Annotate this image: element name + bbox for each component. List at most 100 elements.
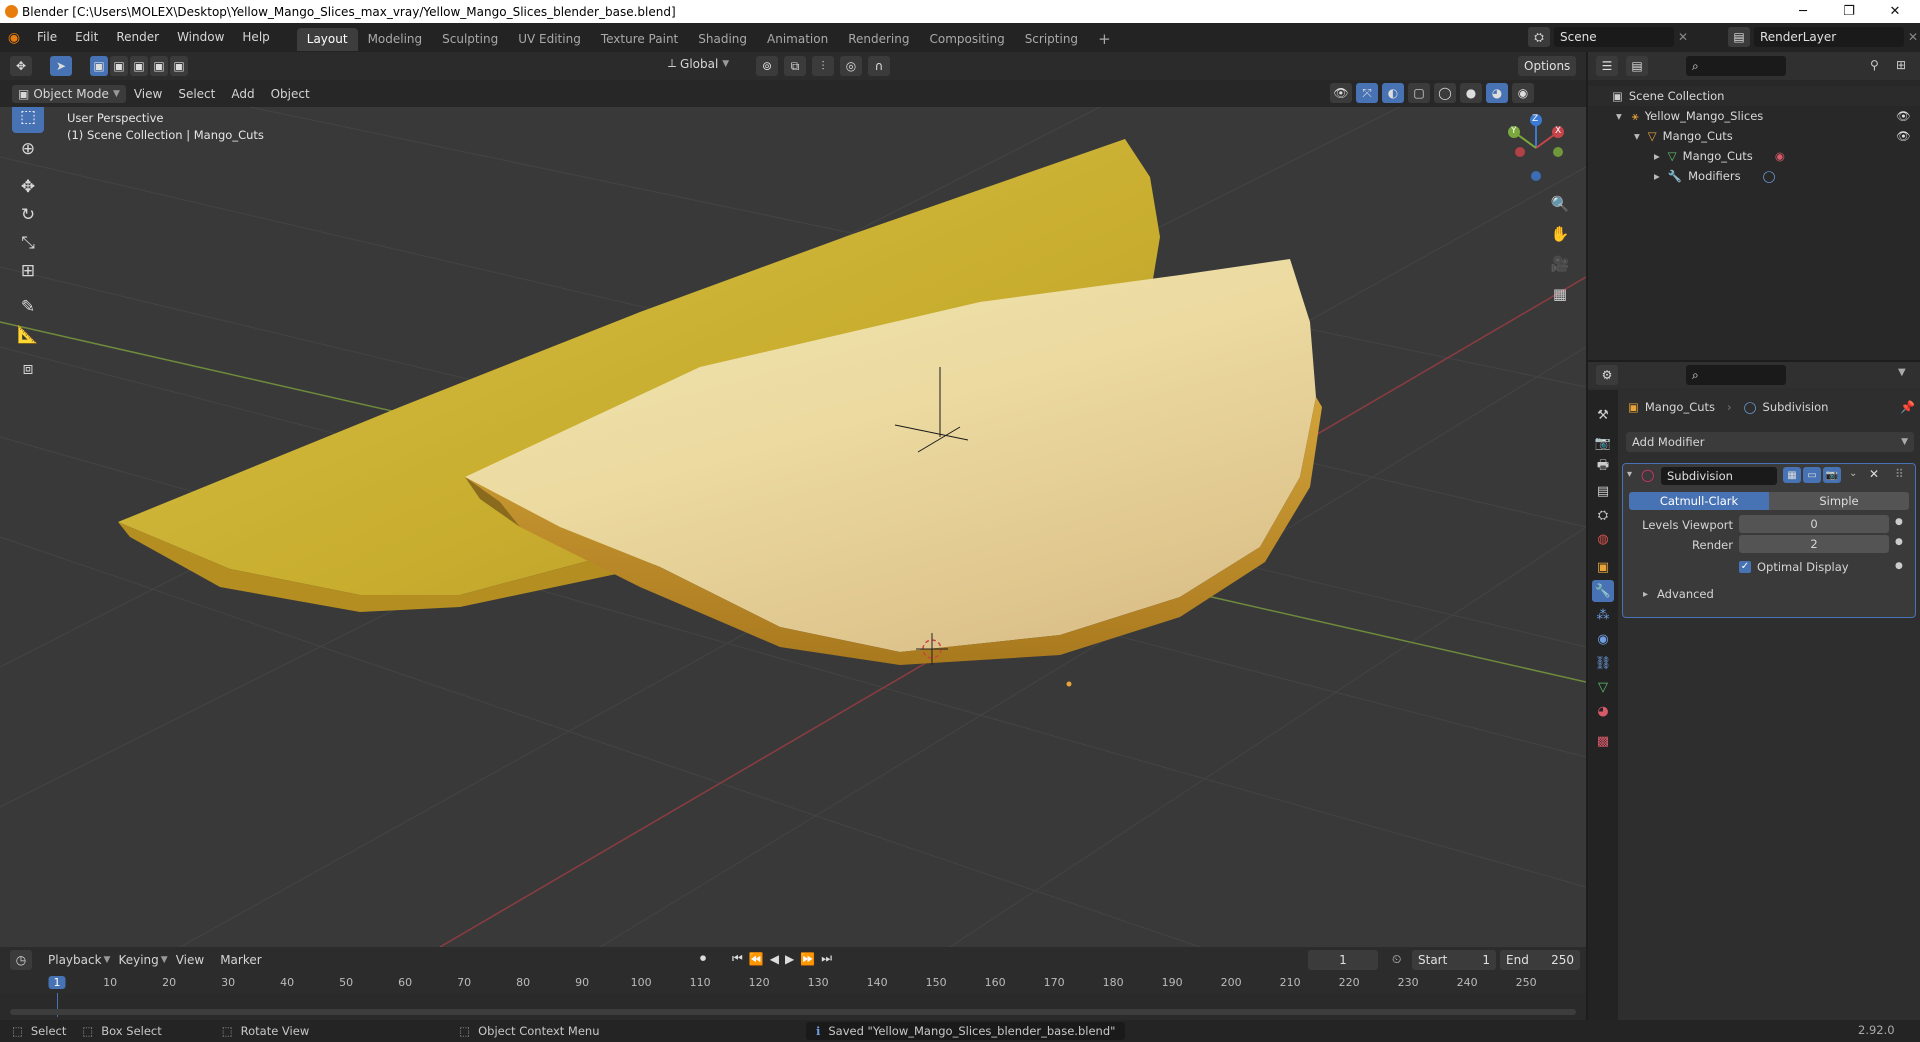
frame-ruler[interactable]: 1 10 20 30 40 50 60 70 80 90 100 110 120 130 140 150 160… — [0, 973, 1586, 993]
catmull-clark-option[interactable]: Catmull-Clark — [1629, 492, 1769, 510]
timeline-scrollbar[interactable] — [10, 1009, 1576, 1015]
clock-icon[interactable]: ⏲ — [1392, 952, 1401, 967]
jump-keyframe-back-icon[interactable]: ⏪ — [749, 952, 764, 966]
render-levels-field[interactable]: 2 — [1739, 535, 1889, 553]
material-icon[interactable]: ◉ — [1775, 149, 1785, 163]
particles-tab-icon[interactable]: ⁂ — [1592, 604, 1614, 626]
view-layer-tab-icon[interactable]: ▤ — [1592, 480, 1614, 502]
play-reverse-icon[interactable]: ◀ — [770, 952, 779, 966]
visibility-icon[interactable]: 👁 — [1330, 83, 1352, 103]
collapse-arrow-icon[interactable]: ▾ — [1627, 469, 1632, 480]
tool-select-box[interactable]: ⬚ — [12, 107, 44, 133]
output-tab-icon[interactable]: 🖶 — [1592, 456, 1614, 478]
outliner-row-modifiers[interactable]: ▸ 🔧 Modifiers ◯ — [1588, 166, 1920, 186]
3d-viewport[interactable]: User Perspective (1) Scene Collection | … — [0, 107, 1586, 947]
select-extend-icon[interactable]: ▣ — [110, 56, 128, 76]
viewport-toggle-icon[interactable]: ▭ — [1803, 467, 1821, 483]
editor-type-icon[interactable]: ✥ — [10, 56, 32, 76]
pan-view-button[interactable]: ✋ — [1545, 219, 1575, 249]
outliner-row-mango-cuts-object[interactable]: ▾ ▽ Mango_Cuts 👁 — [1588, 126, 1920, 146]
pivot-icon[interactable]: ⊚ — [756, 56, 778, 76]
modifier-name-field[interactable]: Subdivision — [1661, 467, 1777, 485]
drag-handle-icon[interactable]: ⠿ — [1895, 467, 1904, 481]
properties-search[interactable]: ⌕ — [1686, 365, 1786, 385]
camera-view-button[interactable]: 🎥 — [1545, 249, 1575, 279]
jump-end-icon[interactable]: ⏭ — [821, 951, 832, 966]
select-subtract-icon[interactable]: ▣ — [130, 56, 148, 76]
material-tab-icon[interactable]: ◕ — [1592, 700, 1614, 722]
tool-transform[interactable]: ⊞ — [12, 255, 44, 287]
xray-icon[interactable]: ▢ — [1408, 83, 1430, 103]
expand-arrow-icon[interactable]: ▸ — [1643, 589, 1648, 600]
select-invert-icon[interactable]: ▣ — [150, 56, 168, 76]
options-dropdown[interactable]: Options — [1518, 56, 1577, 76]
levels-viewport-field[interactable]: 0 — [1739, 515, 1889, 533]
maximize-button[interactable]: ❐ — [1826, 0, 1872, 23]
menu-edit[interactable]: Edit — [66, 23, 107, 52]
display-mode-icon[interactable]: ▤ — [1626, 56, 1648, 76]
tool-add-cube[interactable]: ⧈ — [12, 353, 44, 385]
edit-mode-toggle-icon[interactable]: ▦ — [1783, 467, 1801, 483]
menu-render[interactable]: Render — [107, 23, 168, 52]
tab-sculpting[interactable]: Sculpting — [432, 28, 508, 51]
viewport-menu-view[interactable]: View — [126, 87, 170, 101]
filter-icon[interactable]: ⚲ — [1870, 58, 1879, 72]
render-layer-remove-icon[interactable]: ✕ — [1908, 30, 1918, 44]
falloff-icon[interactable]: ∩ — [868, 56, 890, 76]
select-tool-icon[interactable]: ➤ — [50, 56, 72, 76]
navigation-gizmo[interactable]: Z X Y — [1500, 112, 1572, 184]
render-tab-icon[interactable]: 📷 — [1592, 432, 1614, 454]
world-tab-icon[interactable]: ◍ — [1592, 528, 1614, 550]
tab-layout[interactable]: Layout — [296, 27, 358, 51]
scene-tab-icon[interactable]: ⛭ — [1592, 504, 1614, 526]
expand-arrow-icon[interactable]: ▸ — [1654, 149, 1660, 163]
start-frame-field[interactable]: Start 1 — [1412, 950, 1496, 970]
timeline-menu-playback[interactable]: Playback — [40, 953, 110, 967]
chevron-down-icon[interactable]: ▼ — [1898, 367, 1906, 378]
keyframe-dot-icon[interactable]: ● — [1895, 517, 1903, 527]
jump-start-icon[interactable]: ⏮ — [732, 951, 743, 966]
perspective-toggle-button[interactable]: ▦ — [1545, 279, 1575, 309]
outliner-search[interactable]: ⌕ — [1686, 56, 1786, 76]
outliner-row-mango-cuts-mesh[interactable]: ▸ ▽ Mango_Cuts ◉ — [1588, 146, 1920, 166]
keyframe-dot-icon[interactable]: ● — [1895, 561, 1903, 571]
menu-file[interactable]: File — [28, 23, 66, 52]
rendered-shading-icon[interactable]: ◉ — [1512, 83, 1534, 103]
transform-orientation[interactable]: ⟂ Global ▼ — [668, 56, 729, 71]
tab-texture-paint[interactable]: Texture Paint — [591, 28, 688, 51]
pin-icon[interactable]: 📌 — [1900, 400, 1915, 414]
timeline-area[interactable]: 1 10 20 30 40 50 60 70 80 90 100 110 120 130 140 150 160… — [0, 973, 1586, 1020]
viewport-menu-select[interactable]: Select — [170, 87, 223, 101]
optimal-display-checkbox[interactable]: ✓ — [1739, 561, 1751, 573]
menu-help[interactable]: Help — [233, 23, 278, 52]
render-layer-icon[interactable]: ▤ — [1728, 27, 1750, 47]
snap-icon[interactable]: ⧉ — [784, 56, 806, 76]
modifier-tab-icon[interactable]: 🔧 — [1592, 580, 1614, 602]
object-tab-icon[interactable]: ▣ — [1592, 556, 1614, 578]
visibility-eye-icon[interactable]: 👁 — [1896, 109, 1911, 123]
subdivision-modifier-icon[interactable]: ◯ — [1763, 169, 1776, 183]
tab-animation[interactable]: Animation — [757, 28, 838, 51]
remove-modifier-icon[interactable]: ✕ — [1869, 467, 1879, 481]
viewport-menu-add[interactable]: Add — [223, 87, 262, 101]
mode-selector[interactable]: ▣ Object Mode ▼ — [12, 84, 126, 103]
wireframe-shading-icon[interactable]: ◯ — [1434, 83, 1456, 103]
add-workspace-button[interactable]: + — [1088, 28, 1121, 51]
close-button[interactable]: ✕ — [1872, 0, 1918, 23]
minimize-button[interactable]: ─ — [1780, 0, 1826, 23]
end-frame-field[interactable]: End 250 — [1500, 950, 1580, 970]
material-shading-icon[interactable]: ◕ — [1486, 83, 1508, 103]
render-layer-field[interactable]: RenderLayer — [1754, 27, 1904, 47]
timeline-menu-keying[interactable]: Keying — [110, 953, 166, 967]
scene-remove-icon[interactable]: ✕ — [1678, 30, 1688, 44]
tab-modeling[interactable]: Modeling — [358, 28, 433, 51]
blender-menu-icon[interactable]: ◉ — [0, 30, 28, 46]
visibility-eye-icon[interactable]: 👁 — [1896, 129, 1911, 143]
tab-uv-editing[interactable]: UV Editing — [508, 28, 591, 51]
constraints-tab-icon[interactable]: ⛓ — [1592, 652, 1614, 674]
keyframe-dot-icon[interactable]: ● — [1895, 537, 1903, 547]
select-intersect-icon[interactable]: ▣ — [170, 56, 188, 76]
advanced-section-label[interactable]: Advanced — [1657, 587, 1714, 601]
overlay-toggle-icon[interactable]: ◐ — [1382, 83, 1404, 103]
tab-shading[interactable]: Shading — [688, 28, 757, 51]
